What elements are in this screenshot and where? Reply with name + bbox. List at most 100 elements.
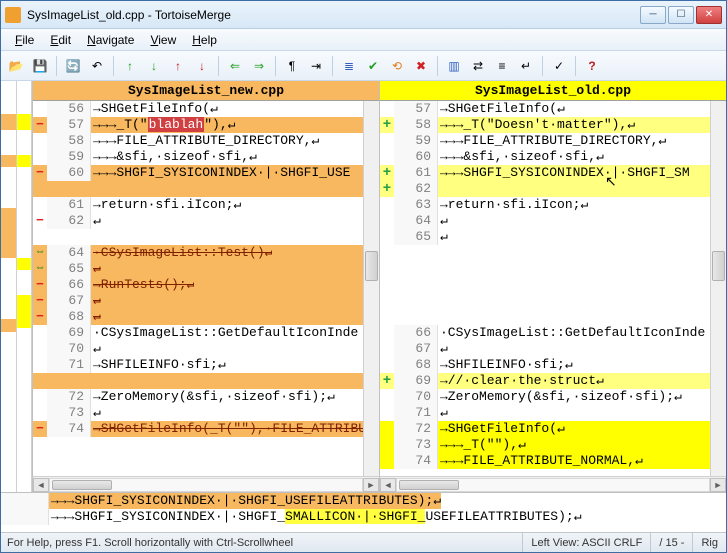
left-vscrollbar[interactable] [363,101,379,476]
code-line[interactable]: 71→SHFILEINFO·sfi;↵ [33,357,379,373]
code-line[interactable]: −74→SHGetFileInfo(_T(""),·FILE_ATTRIBU [33,421,379,437]
code-line[interactable] [33,229,379,245]
up-arrow-icon[interactable]: ↑ [119,55,141,77]
code-line[interactable]: 64↵ [380,213,726,229]
code-line[interactable]: 71↵ [380,405,726,421]
prev-inline-icon[interactable]: ⇐ [224,55,246,77]
minimize-button[interactable]: ─ [640,6,666,24]
maximize-button[interactable]: ☐ [668,6,694,24]
two-pane-icon[interactable]: ▥ [443,55,465,77]
code-line[interactable]: −66→RunTests();↵ [33,277,379,293]
code-line[interactable]: 74→→→FILE_ATTRIBUTE_NORMAL,↵ [380,453,726,469]
scroll-right-icon[interactable]: ► [363,478,379,492]
next-conflict-icon[interactable]: ↓ [191,55,213,77]
code-line[interactable]: 56→SHGetFileInfo(↵ [33,101,379,117]
help-icon[interactable]: ? [581,55,603,77]
code-line[interactable]: −67↵ [33,293,379,309]
scroll-thumb[interactable] [712,251,725,281]
code-line[interactable]: 69·CSysImageList::GetDefaultIconInde [33,325,379,341]
scroll-track[interactable] [49,478,363,492]
code-line[interactable]: 57→SHGetFileInfo(↵ [380,101,726,117]
code-line[interactable]: 67↵ [380,341,726,357]
reject-icon[interactable]: ✖ [410,55,432,77]
code-line[interactable] [380,261,726,277]
code-line[interactable]: 65↵ [380,229,726,245]
scroll-right-icon[interactable]: ► [710,478,726,492]
code-line[interactable] [33,373,379,389]
scroll-left-icon[interactable]: ◄ [380,478,396,492]
pilcrow-icon[interactable]: ¶ [281,55,303,77]
code-line[interactable] [380,309,726,325]
code-line[interactable] [380,245,726,261]
code-line[interactable]: 70↵ [33,341,379,357]
scroll-left-icon[interactable]: ◄ [33,478,49,492]
reload-icon[interactable]: 🔄 [62,55,84,77]
use-block-icon[interactable]: ✔ [362,55,384,77]
use-other-icon[interactable]: ⟲ [386,55,408,77]
code-line[interactable]: 63→return·sfi.iIcon;↵ [380,197,726,213]
open-icon[interactable]: 📂 [5,55,27,77]
scroll-track[interactable] [396,478,710,492]
menu-navigate[interactable]: Navigate [79,31,142,49]
whitespace-icon[interactable]: ⇥ [305,55,327,77]
save-icon[interactable]: 💾 [29,55,51,77]
scroll-thumb[interactable] [365,251,378,281]
code-text: →SHGetFileInfo(↵ [438,421,565,437]
code-line[interactable]: +69→//·clear·the·struct↵ [380,373,726,389]
code-line[interactable]: 66·CSysImageList::GetDefaultIconInde [380,325,726,341]
undo-icon[interactable]: ↶ [86,55,108,77]
code-line[interactable]: 61→return·sfi.iIcon;↵ [33,197,379,213]
code-line[interactable]: +58→→→_T("Doesn't·matter"),↵ [380,117,726,133]
wrap-icon[interactable]: ↵ [515,55,537,77]
code-line[interactable]: 72→SHGetFileInfo(↵ [380,421,726,437]
right-hscrollbar[interactable]: ◄ ► [380,476,726,492]
code-line[interactable]: −60→→→SHGFI_SYSICONINDEX·|·SHGFI_USE [33,165,379,181]
bottom-pane[interactable]: →→→SHGFI_SYSICONINDEX·|·SHGFI_USEFILEATT… [1,492,726,532]
menu-file[interactable]: File [7,31,42,49]
locator-bar[interactable] [1,81,33,492]
code-line[interactable]: 68→SHFILEINFO·sfi;↵ [380,357,726,373]
code-line[interactable]: +61→→→SHGFI_SYSICONINDEX·|·SHGFI_SM [380,165,726,181]
left-pane-header: SysImageList_new.cpp [33,81,379,101]
code-line[interactable] [380,293,726,309]
prev-conflict-icon[interactable]: ↑ [167,55,189,77]
code-line[interactable]: 60→→→&sfi,·sizeof·sfi,↵ [380,149,726,165]
locator-left [1,81,17,492]
code-line[interactable]: 72→ZeroMemory(&sfi,·sizeof·sfi);↵ [33,389,379,405]
menu-edit[interactable]: Edit [42,31,79,49]
line-number: 64 [394,213,438,229]
title-bar[interactable]: SysImageList_old.cpp - TortoiseMerge ─ ☐… [1,1,726,29]
line-number: 74 [394,453,438,469]
collapse-icon[interactable]: ≡ [491,55,513,77]
code-line[interactable]: −68↵ [33,309,379,325]
code-line[interactable]: +62 [380,181,726,197]
status-view: Left View: ASCII CRLF [522,533,650,552]
code-line[interactable]: 59→→→&sfi,·sizeof·sfi,↵ [33,149,379,165]
left-code-area[interactable]: 56→SHGetFileInfo(↵−57→→→_T("blablah"),↵5… [33,101,379,476]
code-line[interactable] [33,181,379,197]
code-line[interactable] [380,277,726,293]
code-line[interactable]: 59→→→FILE_ATTRIBUTE_DIRECTORY,↵ [380,133,726,149]
scroll-thumb[interactable] [399,480,459,490]
code-line[interactable]: 73→→→_T(""),↵ [380,437,726,453]
next-inline-icon[interactable]: ⇒ [248,55,270,77]
right-code-area[interactable]: 57→SHGetFileInfo(↵+58→→→_T("Doesn't·matt… [380,101,726,476]
code-line[interactable]: 70→ZeroMemory(&sfi,·sizeof·sfi);↵ [380,389,726,405]
left-hscrollbar[interactable]: ◄ ► [33,476,379,492]
code-line[interactable]: 58→→→FILE_ATTRIBUTE_DIRECTORY,↵ [33,133,379,149]
mark-icon[interactable]: ✓ [548,55,570,77]
scroll-thumb[interactable] [52,480,112,490]
down-arrow-icon[interactable]: ↓ [143,55,165,77]
menu-view[interactable]: View [142,31,184,49]
diff-marker: − [33,277,47,293]
code-line[interactable]: ⇔64·CSysImageList::Test()↵ [33,245,379,261]
switch-icon[interactable]: ⇄ [467,55,489,77]
code-line[interactable]: 73↵ [33,405,379,421]
code-line[interactable]: −57→→→_T("blablah"),↵ [33,117,379,133]
compare-icon[interactable]: ≣ [338,55,360,77]
code-line[interactable]: −62↵ [33,213,379,229]
close-button[interactable]: ✕ [696,6,722,24]
right-vscrollbar[interactable] [710,101,726,476]
menu-help[interactable]: Help [184,31,225,49]
code-line[interactable]: ⇔65↵ [33,261,379,277]
